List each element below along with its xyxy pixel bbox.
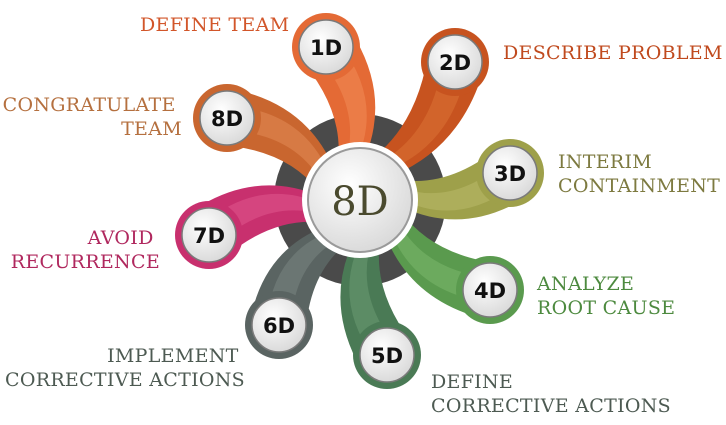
step-8-label: CONGRATULATE TEAM — [3, 94, 182, 140]
step-2-disc: 2D — [421, 28, 489, 96]
step-7-code: 7D — [193, 224, 225, 248]
step-4-label: ANALYZE ROOT CAUSE — [536, 273, 675, 319]
step-5-label: DEFINE CORRECTIVE ACTIONS — [431, 371, 671, 417]
step-7-disc: 7D — [175, 201, 243, 269]
step-6-code: 6D — [263, 314, 295, 338]
step-4-disc: 4D — [456, 256, 524, 324]
step-1-label: DEFINE TEAM — [140, 14, 289, 36]
step-3-code: 3D — [494, 162, 526, 186]
step-5-disc: 5D — [353, 321, 421, 389]
step-4-code: 4D — [474, 279, 506, 303]
step-6-label: IMPLEMENT CORRECTIVE ACTIONS — [5, 345, 245, 391]
step-6-disc: 6D — [245, 291, 313, 359]
step-3-label: INTERIM CONTAINMENT — [558, 151, 720, 197]
step-3-disc: 3D — [476, 139, 544, 207]
8d-process-diagram: 8D 1D 2D 3D 4D 5D 6D 7D 8D DEFINE TEAM DESCRIBE… — [3, 13, 723, 417]
step-8-disc: 8D — [193, 84, 261, 152]
step-1-disc: 1D — [292, 13, 360, 81]
step-2-label: DESCRIBE PROBLEM — [503, 42, 723, 64]
step-1-code: 1D — [310, 36, 342, 60]
center-hub: 8D — [302, 142, 418, 258]
step-8-code: 8D — [211, 107, 243, 131]
center-label: 8D — [331, 179, 389, 225]
step-7-label: AVOID RECURRENCE — [11, 227, 160, 273]
step-5-code: 5D — [371, 344, 403, 368]
step-2-code: 2D — [439, 51, 471, 75]
